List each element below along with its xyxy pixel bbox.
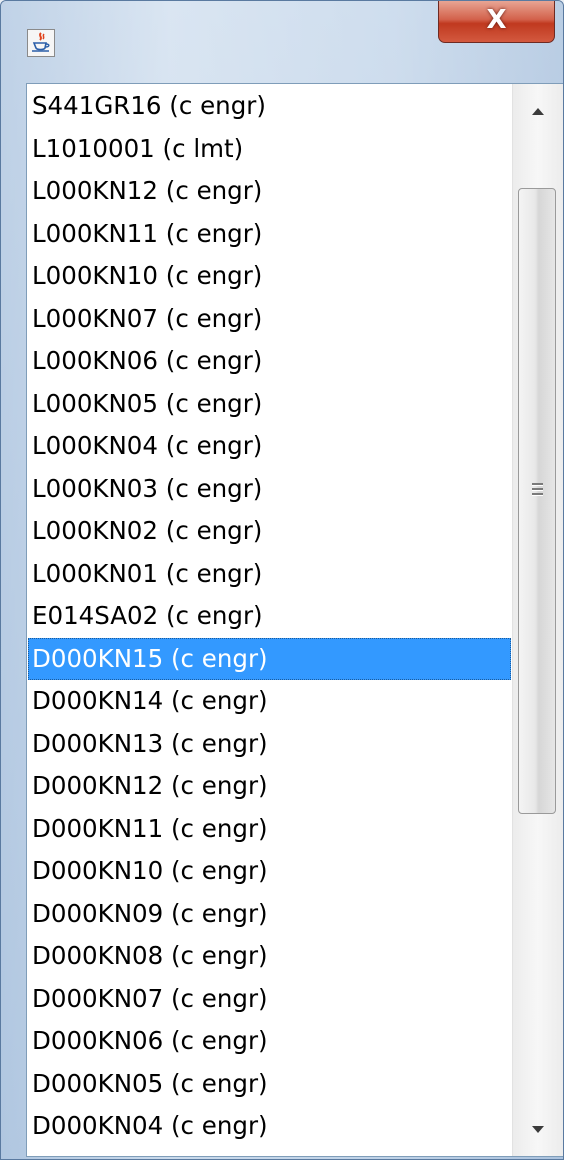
arrow-down-icon <box>532 1126 544 1133</box>
list-item[interactable]: L000KN07 (c engr) <box>28 298 511 341</box>
item-list-box[interactable]: S441GR16 (c engr) L1010001 (c lmt) L000K… <box>26 83 563 1157</box>
vertical-scrollbar[interactable] <box>512 84 563 1156</box>
scroll-down-button[interactable] <box>513 1104 563 1156</box>
list-item[interactable]: L000KN04 (c engr) <box>28 425 511 468</box>
list-item[interactable]: L000KN06 (c engr) <box>28 340 511 383</box>
list-item[interactable]: D000KN07 (c engr) <box>28 978 511 1021</box>
dialog-window: X S441GR16 (c engr) L1010001 (c lmt) L00… <box>0 0 564 1160</box>
list-item[interactable]: D000KN08 (c engr) <box>28 935 511 978</box>
close-x-icon: X <box>486 5 507 35</box>
list-item[interactable]: L000KN10 (c engr) <box>28 255 511 298</box>
list-item[interactable]: E014SA02 (c engr) <box>28 595 511 638</box>
list-item[interactable]: D000KN12 (c engr) <box>28 765 511 808</box>
list-item[interactable]: D000KN14 (c engr) <box>28 680 511 723</box>
list-item[interactable]: D000KN10 (c engr) <box>28 850 511 893</box>
list-item[interactable]: D000KN09 (c engr) <box>28 893 511 936</box>
arrow-up-icon <box>532 108 544 115</box>
item-list[interactable]: S441GR16 (c engr) L1010001 (c lmt) L000K… <box>28 85 511 1156</box>
java-cup-icon[interactable] <box>27 29 55 57</box>
list-item[interactable]: D000KN06 (c engr) <box>28 1020 511 1063</box>
list-item[interactable]: L000KN03 (c engr) <box>28 468 511 511</box>
list-item[interactable]: L000KN11 (c engr) <box>28 213 511 256</box>
scroll-thumb[interactable] <box>518 188 556 814</box>
list-item-selected[interactable]: D000KN15 (c engr) <box>28 637 511 680</box>
list-item[interactable]: L000KN02 (c engr) <box>28 510 511 553</box>
close-button[interactable]: X <box>438 1 555 43</box>
list-item[interactable]: L000KN01 (c engr) <box>28 553 511 596</box>
list-item[interactable]: L000KN05 (c engr) <box>28 383 511 426</box>
list-item[interactable]: D000KN05 (c engr) <box>28 1063 511 1106</box>
list-item[interactable]: D000KN13 (c engr) <box>28 723 511 766</box>
grip-lines-icon <box>532 483 543 496</box>
list-item[interactable]: D000KN04 (c engr) <box>28 1105 511 1148</box>
list-item[interactable]: D000KN11 (c engr) <box>28 808 511 851</box>
scroll-up-button[interactable] <box>513 84 563 136</box>
title-bar[interactable]: X <box>1 1 563 81</box>
list-item[interactable]: S441GR16 (c engr) <box>28 85 511 128</box>
list-item[interactable]: L1010001 (c lmt) <box>28 128 511 171</box>
list-item[interactable]: L000KN12 (c engr) <box>28 170 511 213</box>
